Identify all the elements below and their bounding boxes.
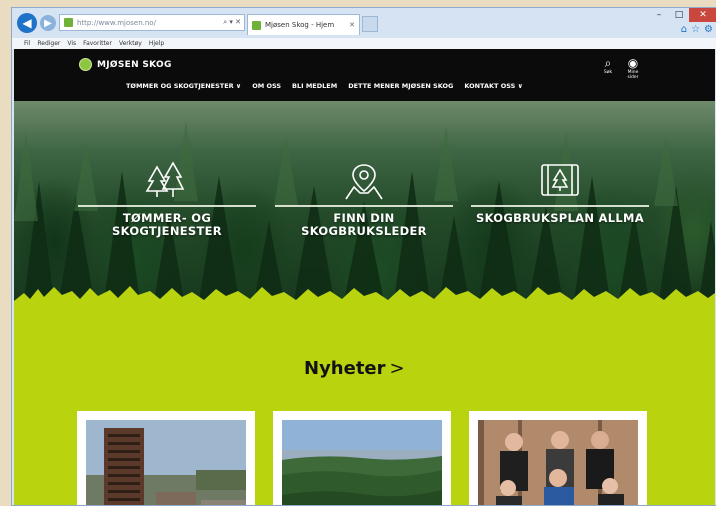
news-heading-text: Nyheter	[304, 358, 386, 379]
nav-item-about[interactable]: OM OSS	[252, 82, 281, 90]
menu-item-view[interactable]: Vis	[67, 40, 76, 47]
cta-label: TØMMER- OG SKOGTJENESTER	[112, 211, 222, 238]
tab-favicon-icon	[252, 20, 261, 30]
new-tab-button[interactable]	[362, 16, 378, 32]
tab-close-icon[interactable]: ✕	[349, 21, 355, 29]
main-navigation: TØMMER OG SKOGTJENESTER ∨ OM OSS BLI MED…	[126, 82, 523, 90]
cta-divider	[78, 205, 256, 207]
menu-item-edit[interactable]: Rediger	[37, 40, 60, 47]
tab-title: Mjøsen Skog - Hjem	[265, 21, 335, 29]
browser-toolbar-icons: ⌂ ☆ ⚙	[681, 24, 713, 35]
home-icon[interactable]: ⌂	[681, 24, 687, 35]
news-card[interactable]	[273, 411, 451, 505]
site-favicon-icon	[64, 18, 73, 27]
news-heading[interactable]: Nyheter >	[304, 358, 405, 379]
news-card[interactable]	[469, 411, 647, 505]
close-window-icon[interactable]: ✕	[689, 8, 716, 22]
nav-item-timber-services[interactable]: TØMMER OG SKOGTJENESTER ∨	[126, 82, 241, 90]
map-pin-icon	[345, 164, 383, 200]
menu-item-tools[interactable]: Verktøy	[119, 40, 142, 47]
site-header: MJØSEN SKOG ⌕ Søk ◉ Mine sider TØMMER OG…	[14, 49, 715, 101]
menu-item-favorites[interactable]: Favoritter	[83, 40, 112, 47]
window-controls: – □ ✕	[649, 8, 716, 22]
search-label: Søk	[603, 70, 613, 75]
account-label: Mine sider	[627, 70, 639, 80]
search-button[interactable]: ⌕ Søk	[597, 56, 619, 76]
settings-gear-icon[interactable]: ⚙	[704, 24, 713, 35]
search-icon: ⌕	[604, 56, 612, 70]
cta-label: FINN DIN SKOGBRUKSLEDER	[301, 211, 427, 238]
forward-button[interactable]: ▶	[40, 15, 56, 31]
web-page: MJØSEN SKOG ⌕ Søk ◉ Mine sider TØMMER OG…	[14, 49, 715, 505]
news-card[interactable]	[77, 411, 255, 505]
menu-bar: Fil Rediger Vis Favoritter Verktøy Hjelp	[12, 38, 716, 49]
cta-find-forestry-manager[interactable]: FINN DIN SKOGBRUKSLEDER	[275, 161, 453, 238]
search-refresh-icon[interactable]: ⌕ ▾ ✕	[223, 18, 241, 27]
trees-icon	[145, 161, 185, 197]
cta-forestry-plan-allma[interactable]: SKOGBRUKSPLAN ALLMA	[471, 161, 649, 225]
menu-item-file[interactable]: Fil	[24, 40, 30, 47]
nav-item-join[interactable]: BLI MEDLEM	[292, 82, 337, 90]
group-people-photo	[478, 420, 638, 505]
hero-forest-banner: TØMMER- OG SKOGTJENESTER FINN DIN SKOGBR…	[14, 101, 715, 301]
maximize-icon[interactable]: □	[669, 8, 689, 22]
forest-landscape-photo	[282, 420, 442, 505]
address-text: http://www.mjosen.no/	[77, 18, 156, 27]
cta-divider	[471, 205, 649, 207]
account-button[interactable]: ◉ Mine sider	[622, 56, 644, 81]
brand-name: MJØSEN SKOG	[97, 59, 172, 70]
cta-timber-services[interactable]: TØMMER- OG SKOGTJENESTER	[78, 161, 256, 238]
cta-divider	[275, 205, 453, 207]
tower-building-photo	[86, 420, 246, 505]
cta-label: SKOGBRUKSPLAN ALLMA	[476, 211, 644, 225]
user-icon: ◉	[627, 56, 639, 70]
browser-window: ◀ ▶ http://www.mjosen.no/ ⌕ ▾ ✕ Mjøsen S…	[11, 7, 716, 506]
tablet-tree-icon	[541, 164, 579, 196]
minimize-icon[interactable]: –	[649, 8, 669, 22]
menu-item-help[interactable]: Hjelp	[149, 40, 164, 47]
nav-item-opinions[interactable]: DETTE MENER MJØSEN SKOG	[348, 82, 453, 90]
site-logo[interactable]: MJØSEN SKOG	[79, 58, 172, 71]
logo-mark-icon	[79, 58, 92, 71]
address-bar[interactable]: http://www.mjosen.no/ ⌕ ▾ ✕	[59, 14, 245, 31]
nav-item-contact[interactable]: KONTAKT OSS ∨	[464, 82, 523, 90]
chevron-right-icon: >	[389, 358, 405, 379]
back-button[interactable]: ◀	[17, 13, 37, 33]
favorites-star-icon[interactable]: ☆	[691, 24, 700, 35]
treeline-divider	[14, 286, 715, 319]
browser-titlebar: ◀ ▶ http://www.mjosen.no/ ⌕ ▾ ✕ Mjøsen S…	[12, 8, 716, 38]
tab-active[interactable]: Mjøsen Skog - Hjem ✕	[247, 14, 360, 35]
